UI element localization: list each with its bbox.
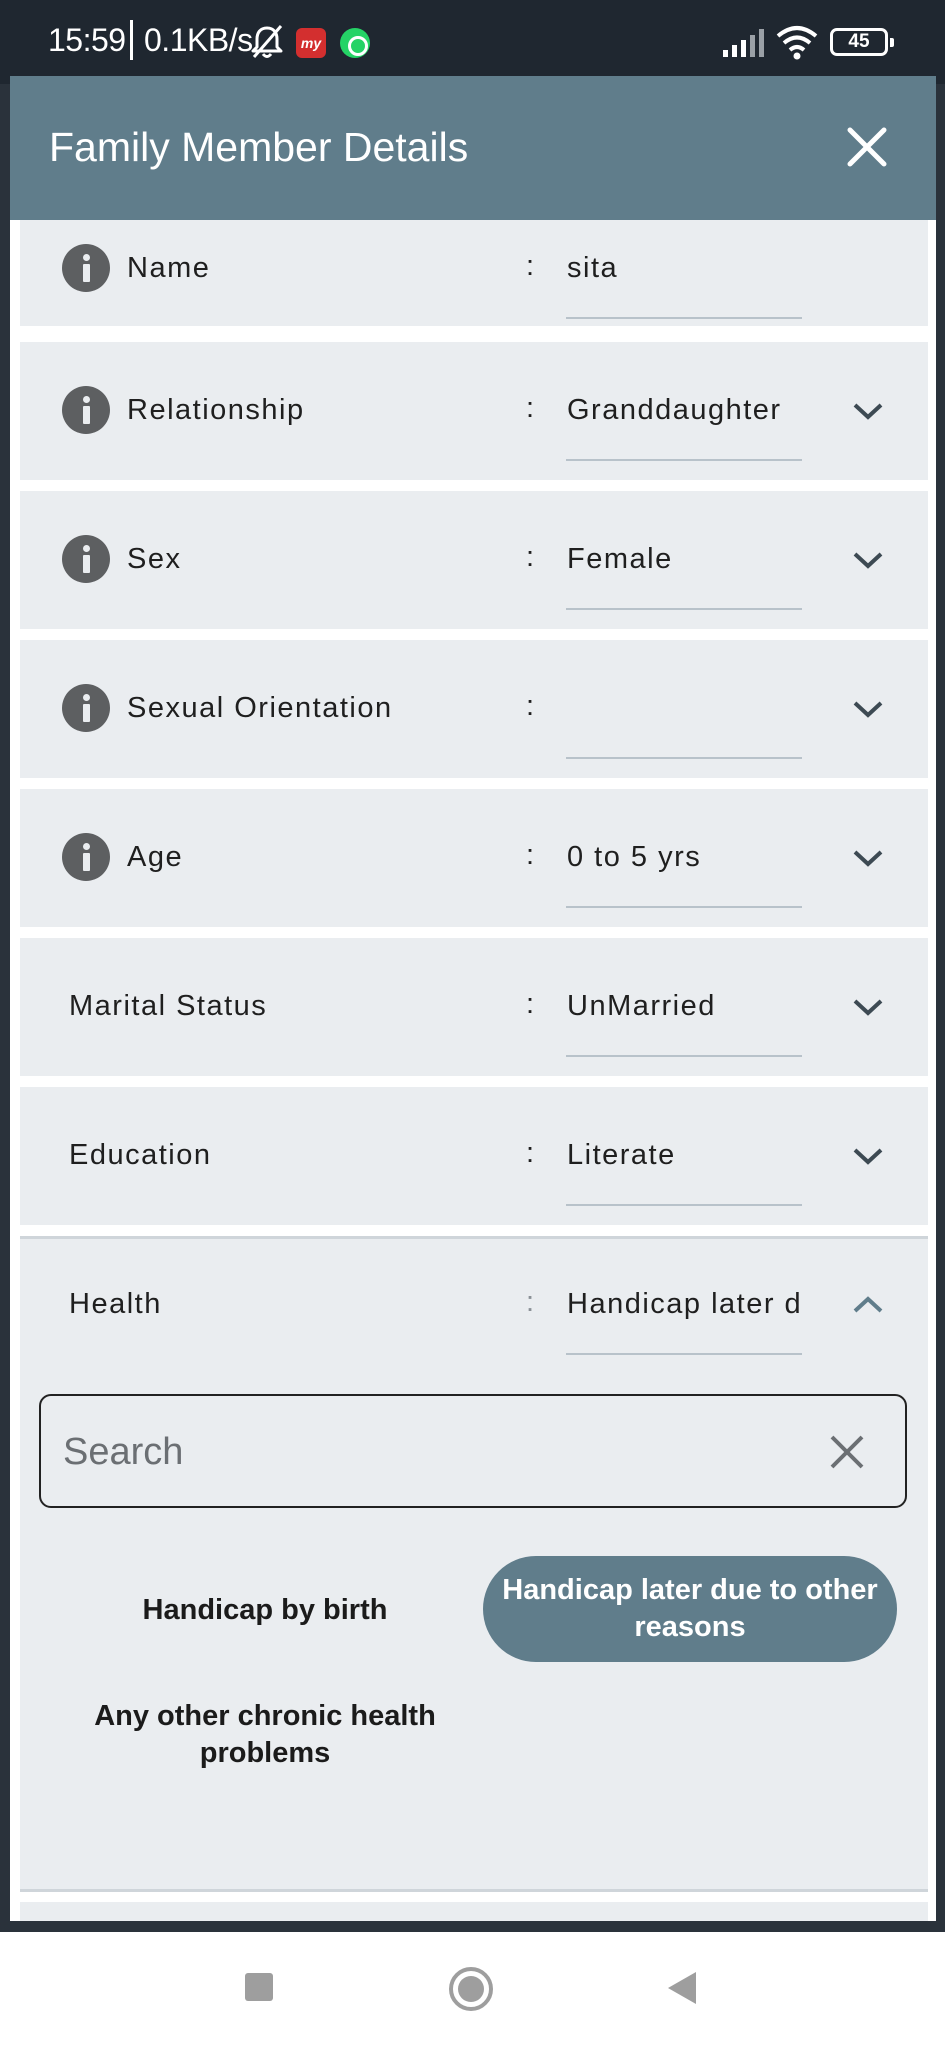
bell-off-icon [251, 25, 283, 58]
battery-icon: 45 [830, 28, 894, 56]
field-row-sexual-orientation[interactable]: Sexual Orientation : [20, 640, 928, 778]
divider [20, 1889, 928, 1892]
field-underline [566, 757, 802, 759]
chevron-down-icon[interactable] [851, 996, 885, 1018]
sex-select[interactable]: Female [567, 543, 801, 576]
health-search-box [39, 1394, 907, 1508]
field-underline [566, 906, 802, 908]
nav-home-icon[interactable] [448, 1966, 494, 2012]
field-colon: : [526, 392, 535, 424]
field-underline [566, 1353, 802, 1355]
field-label: Name [127, 252, 211, 284]
field-label: Health [69, 1288, 162, 1320]
field-row-marital-status[interactable]: Marital Status : UnMarried [20, 938, 928, 1076]
dialog-title: Family Member Details [49, 124, 469, 170]
chevron-down-icon[interactable] [851, 549, 885, 571]
navigation-bar [0, 1932, 945, 2048]
field-underline [566, 1055, 802, 1057]
name-input[interactable]: sita [567, 252, 801, 285]
field-label: Marital Status [69, 990, 268, 1022]
field-colon: : [526, 690, 535, 722]
chevron-down-icon[interactable] [851, 1145, 885, 1167]
field-colon: : [526, 988, 535, 1020]
app-notification-icon: my [296, 28, 326, 58]
info-icon[interactable] [62, 833, 110, 881]
field-underline [566, 1204, 802, 1206]
nav-back-icon[interactable] [666, 1970, 698, 2006]
status-bar: 15:59 0.1KB/s my 45 [0, 0, 945, 84]
option-chronic-health-problems[interactable]: Any other chronic health problems [59, 1698, 471, 1772]
field-underline [566, 317, 802, 319]
wifi-icon [776, 26, 818, 60]
marital-status-select[interactable]: UnMarried [567, 990, 801, 1023]
nav-recents-icon[interactable] [244, 1972, 274, 2002]
field-colon: : [526, 1137, 535, 1169]
field-label: Sex [127, 543, 182, 575]
option-handicap-by-birth[interactable]: Handicap by birth [59, 1592, 471, 1629]
status-network-speed: 0.1KB/s [144, 22, 253, 58]
field-label: Age [127, 841, 184, 873]
search-input[interactable] [63, 1426, 803, 1478]
relationship-select[interactable]: Granddaughter [567, 394, 801, 427]
field-row-age[interactable]: Age : 0 to 5 yrs [20, 789, 928, 927]
signal-icon [723, 29, 764, 57]
field-colon: : [526, 250, 535, 282]
chevron-down-icon[interactable] [851, 847, 885, 869]
field-underline [566, 459, 802, 461]
education-select[interactable]: Literate [567, 1139, 801, 1172]
field-underline [566, 608, 802, 610]
field-label: Sexual Orientation [127, 692, 393, 724]
status-time: 15:59 [48, 22, 126, 58]
field-colon: : [526, 839, 535, 871]
health-select[interactable]: Handicap later due to other reasons [567, 1288, 801, 1321]
next-field-row [20, 1902, 928, 1921]
dialog-header: Family Member Details [10, 76, 936, 220]
status-separator [130, 20, 133, 60]
field-label: Education [69, 1139, 212, 1171]
field-colon: : [526, 1286, 535, 1318]
family-member-details-dialog: Family Member Details Name : sita Relati… [10, 76, 936, 1921]
info-icon[interactable] [62, 684, 110, 732]
info-icon[interactable] [62, 244, 110, 292]
close-icon[interactable] [844, 124, 890, 170]
field-label: Relationship [127, 394, 305, 426]
field-row-relationship[interactable]: Relationship : Granddaughter [20, 342, 928, 480]
field-row-education[interactable]: Education : Literate [20, 1087, 928, 1225]
whatsapp-icon [340, 28, 370, 58]
chevron-down-icon[interactable] [851, 698, 885, 720]
chevron-up-icon[interactable] [851, 1294, 885, 1316]
chevron-down-icon[interactable] [851, 400, 885, 422]
field-row-sex[interactable]: Sex : Female [20, 491, 928, 629]
info-icon[interactable] [62, 535, 110, 583]
age-select[interactable]: 0 to 5 yrs [567, 841, 801, 874]
clear-icon[interactable] [827, 1432, 867, 1472]
field-colon: : [526, 541, 535, 573]
field-row-name: Name : sita [20, 220, 928, 326]
info-icon[interactable] [62, 386, 110, 434]
option-handicap-later-selected[interactable]: Handicap later due to other reasons [483, 1556, 897, 1662]
